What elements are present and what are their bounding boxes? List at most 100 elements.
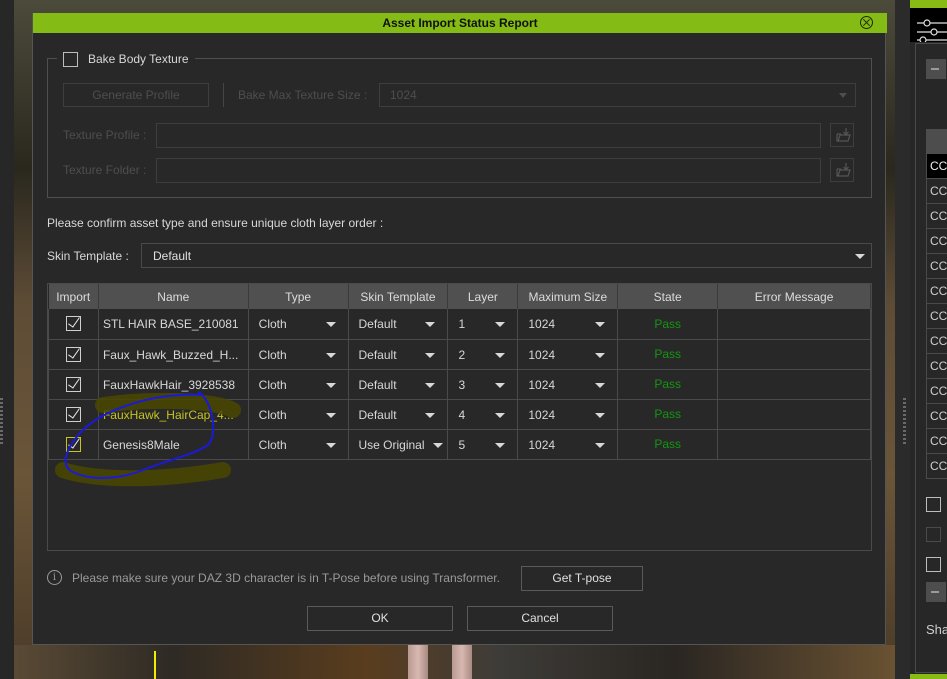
error-message-cell — [717, 339, 871, 370]
cancel-button[interactable]: Cancel — [467, 606, 613, 631]
error-message-cell — [717, 399, 871, 430]
right-list-item[interactable]: CC — [926, 154, 947, 179]
layer-select[interactable]: 2 — [447, 339, 519, 370]
bake-body-texture-checkbox-row[interactable]: Bake Body Texture — [57, 51, 195, 67]
right-list-item[interactable]: CC — [926, 379, 947, 404]
import-checkbox[interactable] — [65, 376, 81, 392]
column-header-type[interactable]: Type — [248, 284, 349, 309]
error-message-cell — [717, 429, 871, 460]
right-list-item[interactable]: CC — [926, 254, 947, 279]
type-select[interactable]: Cloth — [247, 429, 349, 460]
column-header-state[interactable]: State — [617, 284, 719, 309]
dialog-titlebar[interactable]: Asset Import Status Report — [33, 13, 887, 33]
type-select[interactable]: Cloth — [247, 399, 349, 430]
left-panel — [0, 0, 14, 679]
type-value: Cloth — [258, 377, 287, 392]
bake-body-texture-checkbox[interactable] — [63, 51, 78, 67]
max-size-value: 1024 — [528, 317, 556, 331]
texture-folder-input — [156, 158, 821, 183]
sliders-icon[interactable] — [910, 8, 947, 44]
column-header-error-message[interactable]: Error Message — [717, 284, 871, 309]
right-list-item[interactable]: CC — [926, 404, 947, 429]
right-list-item[interactable]: CC — [926, 354, 947, 379]
import-checkbox[interactable] — [65, 316, 81, 332]
right-list-item[interactable]: CC — [926, 204, 947, 229]
type-value: Cloth — [258, 437, 287, 452]
state-cell: Pass — [617, 339, 719, 370]
state-cell: Pass — [617, 309, 719, 340]
right-list-item[interactable]: CC — [926, 179, 947, 204]
import-checkbox[interactable] — [65, 406, 81, 422]
right-panel-strip — [895, 0, 910, 679]
skin-template-label: Skin Template : — [47, 249, 129, 263]
skin-template-cell-select[interactable]: Use Original — [347, 429, 449, 460]
column-header-name[interactable]: Name — [98, 284, 249, 309]
viewport-gizmo-line — [154, 651, 156, 679]
chevron-down-icon — [325, 352, 336, 358]
right-panel-checkbox[interactable] — [926, 557, 941, 572]
right-list-item[interactable]: CC — [926, 304, 947, 329]
max-size-select[interactable]: 1024 — [517, 429, 619, 460]
right-list-item[interactable]: CC — [926, 279, 947, 304]
right-list-item[interactable]: CC — [926, 229, 947, 254]
type-select[interactable]: Cloth — [247, 309, 349, 340]
asset-name: Genesis8Male — [102, 437, 180, 452]
right-panel-checkbox-disabled — [926, 527, 941, 542]
skin-template-cell-value: Default — [358, 347, 397, 362]
skin-template-cell-select[interactable]: Default — [347, 369, 449, 400]
texture-profile-input — [156, 123, 821, 148]
right-list-item[interactable]: CC — [926, 329, 947, 354]
import-checkbox[interactable] — [65, 436, 81, 452]
chevron-down-icon — [495, 412, 506, 418]
chevron-down-icon — [433, 442, 444, 448]
right-list-item[interactable]: CC — [926, 429, 947, 454]
right-panel-resize-grip[interactable] — [903, 398, 906, 444]
chevron-down-icon — [839, 93, 847, 98]
skin-template-cell-select[interactable]: Default — [347, 399, 449, 430]
error-message-cell — [717, 309, 871, 340]
ok-button[interactable]: OK — [307, 606, 453, 631]
layer-select[interactable]: 3 — [447, 369, 519, 400]
max-size-value: 1024 — [528, 377, 556, 392]
folder-import-icon — [836, 163, 851, 177]
import-checkbox[interactable] — [65, 346, 81, 362]
layer-select[interactable]: 4 — [447, 399, 519, 430]
column-header-skin-template[interactable]: Skin Template — [348, 284, 449, 309]
name-cell: Faux_Hawk_Buzzed_H... — [97, 339, 249, 370]
get-tpose-button[interactable]: Get T-pose — [521, 566, 643, 591]
skin-template-cell-select[interactable]: Default — [347, 339, 449, 370]
max-size-select[interactable]: 1024 — [517, 369, 619, 400]
type-value: Cloth — [258, 317, 287, 331]
max-size-select[interactable]: 1024 — [517, 339, 619, 370]
character-leg-right — [452, 645, 472, 679]
column-header-layer[interactable]: Layer — [447, 284, 519, 309]
collapse-button[interactable] — [926, 582, 946, 602]
type-select[interactable]: Cloth — [247, 369, 349, 400]
asset-name: Faux_Hawk_Buzzed_H... — [102, 347, 239, 362]
skin-template-cell-select[interactable]: Default — [347, 309, 449, 340]
column-header-maximum-size[interactable]: Maximum Size — [517, 284, 619, 309]
table-row: STL HAIR BASE_210081 Cloth Default 1 102… — [48, 309, 871, 340]
collapse-button[interactable] — [926, 59, 946, 79]
chevron-down-icon — [325, 382, 336, 388]
column-header-import[interactable]: Import — [48, 284, 99, 309]
right-panel-checkbox[interactable] — [926, 497, 941, 512]
skin-template-select[interactable]: Default — [141, 243, 872, 268]
right-panel-accent-bar — [910, 0, 947, 8]
skin-template-cell-value: Default — [358, 407, 397, 422]
type-select[interactable]: Cloth — [247, 339, 349, 370]
instruction-text: Please confirm asset type and ensure uni… — [47, 216, 384, 230]
table-row: Genesis8Male Cloth Use Original 5 1024 P… — [48, 429, 871, 460]
left-panel-resize-grip[interactable] — [0, 398, 3, 444]
chevron-down-icon — [595, 322, 606, 327]
close-icon[interactable] — [860, 16, 873, 29]
layer-select[interactable]: 1 — [447, 309, 519, 340]
right-list-item[interactable]: CC — [926, 454, 947, 479]
max-size-select[interactable]: 1024 — [517, 309, 619, 340]
layer-select[interactable]: 5 — [447, 429, 519, 460]
max-size-select[interactable]: 1024 — [517, 399, 619, 430]
chevron-down-icon — [595, 352, 606, 358]
info-icon: i — [47, 570, 62, 585]
divider — [223, 83, 224, 107]
asset-name: STL HAIR BASE_210081 — [102, 317, 239, 331]
